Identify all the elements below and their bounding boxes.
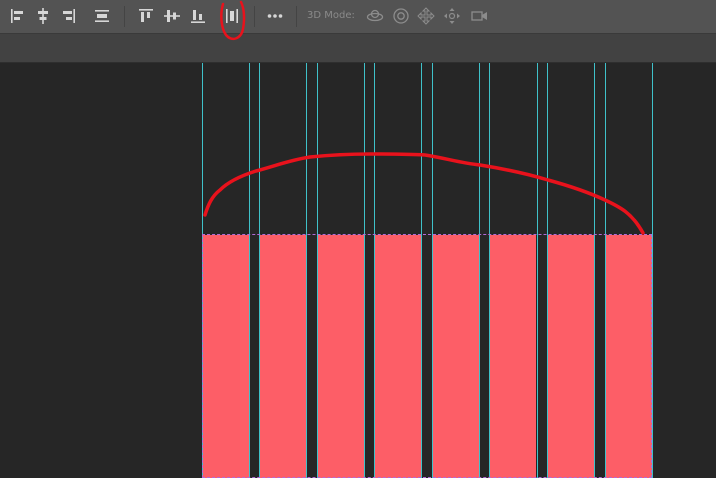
align-horizontal-centers-icon — [38, 8, 48, 24]
canvas-area — [0, 63, 716, 478]
slide-3d-camera-button[interactable] — [442, 6, 462, 26]
distribute-horizontal-spacing-button[interactable] — [222, 6, 242, 26]
align-left-edges-icon — [11, 9, 23, 23]
align-bottom-edges-icon — [191, 10, 205, 23]
selection-marquee — [202, 234, 652, 478]
3d-mode-label: 3D Mode: — [307, 10, 355, 21]
distribute-vertical-centers-button[interactable] — [92, 6, 112, 26]
align-vertical-centers-icon — [164, 10, 180, 22]
orbit-3d-camera-button[interactable] — [365, 6, 385, 26]
align-horizontal-centers-button[interactable] — [33, 6, 53, 26]
more-options-icon — [267, 14, 283, 18]
align-vertical-centers-button[interactable] — [162, 6, 182, 26]
align-top-edges-button[interactable] — [136, 6, 156, 26]
options-bar: 3D Mode: — [0, 0, 716, 34]
align-bottom-edges-button[interactable] — [188, 6, 208, 26]
zoom-3d-camera-button[interactable] — [469, 6, 489, 26]
pan-3d-camera-button[interactable] — [416, 6, 436, 26]
document-tab-strip — [0, 34, 716, 63]
more-options-button[interactable] — [265, 6, 285, 26]
zoom-3d-camera-icon — [471, 11, 487, 21]
align-left-edges-button[interactable] — [8, 6, 28, 26]
vertical-guide[interactable] — [652, 63, 653, 478]
pan-3d-camera-icon — [417, 7, 435, 25]
toolbar-separator — [296, 6, 297, 27]
slide-3d-camera-icon — [444, 8, 460, 24]
distribute-vertical-centers-icon — [95, 10, 109, 22]
roll-3d-camera-icon — [393, 8, 409, 24]
align-right-edges-icon — [63, 9, 75, 23]
align-right-edges-button[interactable] — [58, 6, 78, 26]
distribute-horizontal-spacing-icon — [226, 9, 238, 23]
toolbar-separator — [124, 6, 125, 27]
align-top-edges-icon — [139, 9, 153, 22]
toolbar-separator — [254, 6, 255, 27]
orbit-3d-camera-icon — [366, 9, 384, 22]
roll-3d-camera-button[interactable] — [391, 6, 411, 26]
